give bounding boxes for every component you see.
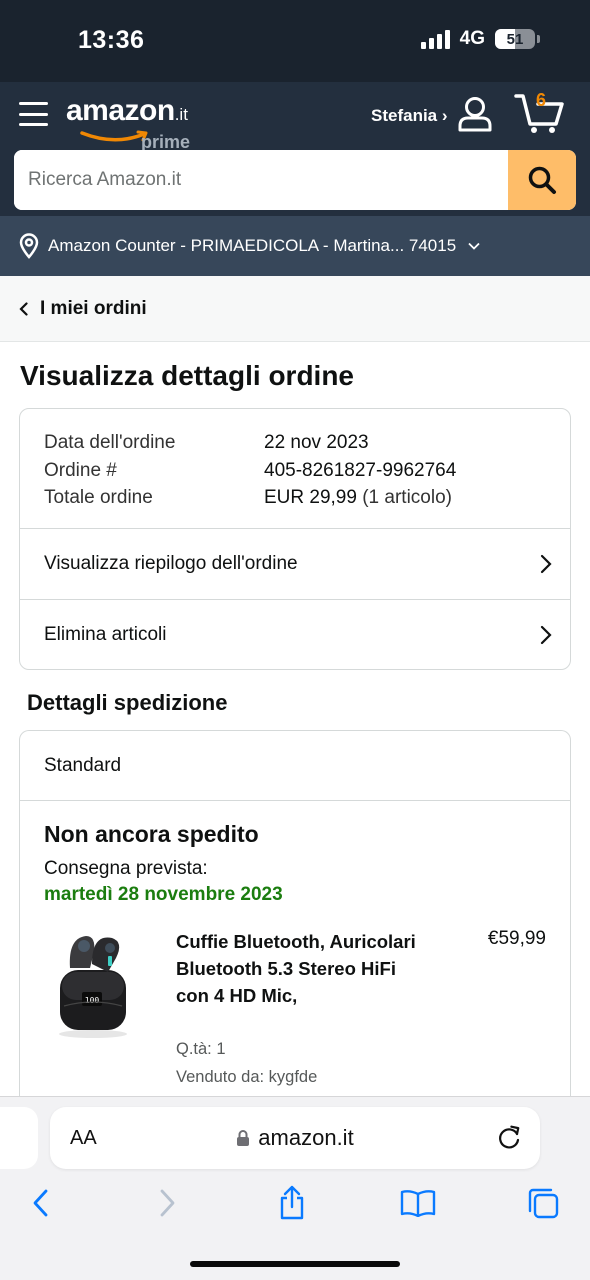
url-display[interactable]: amazon.it	[50, 1125, 540, 1151]
user-icon[interactable]	[456, 96, 494, 132]
status-indicators: 4G 51	[420, 28, 540, 50]
search-bar	[14, 150, 576, 210]
logo-text: amazon	[66, 94, 175, 127]
chevron-down-icon	[468, 242, 480, 250]
shipping-section-title: Dettagli spedizione	[27, 690, 228, 715]
delete-items-link[interactable]: Elimina articoli	[20, 599, 570, 669]
battery-tip	[537, 35, 540, 43]
amazon-header: amazon.it prime Stefania › 6	[0, 82, 590, 216]
product-price: €59,99	[487, 928, 546, 949]
reload-icon[interactable]	[496, 1125, 522, 1151]
address-bar[interactable]: AA amazon.it	[50, 1107, 540, 1169]
order-info: Data dell'ordine 22 nov 2023 Ordine # 40…	[20, 409, 570, 529]
status-bar: 13:36 4G 51	[0, 0, 590, 82]
lock-icon	[237, 1130, 250, 1146]
product-title[interactable]: Cuffie Bluetooth, Auricolari Bluetooth 5…	[176, 928, 426, 1009]
share-icon	[280, 1185, 304, 1220]
order-item-count: (1 articolo)	[362, 487, 452, 508]
order-total-label: Totale ordine	[44, 487, 153, 508]
order-date-label: Data dell'ordine	[44, 432, 176, 453]
delivery-location-text: Amazon Counter - PRIMAEDICOLA - Martina.…	[48, 236, 457, 255]
location-pin-icon	[19, 233, 39, 259]
delivery-location-bar[interactable]: Amazon Counter - PRIMAEDICOLA - Martina.…	[0, 216, 590, 276]
shipment-details: Non ancora spedito Consegna prevista: ma…	[20, 801, 570, 1118]
amazon-logo[interactable]: amazon.it prime	[66, 94, 190, 152]
breadcrumb-my-orders[interactable]: I miei ordini	[40, 298, 147, 320]
browser-toolbar	[0, 1183, 590, 1227]
account-link[interactable]: Stefania ›	[371, 106, 448, 126]
back-button[interactable]	[20, 1183, 60, 1223]
bookmarks-button[interactable]	[398, 1183, 438, 1223]
network-type: 4G	[459, 28, 485, 49]
logo-tld: .it	[174, 105, 188, 124]
product-screen-text: 100	[85, 996, 100, 1005]
shipment-status: Non ancora spedito	[44, 821, 259, 847]
tabs-icon	[528, 1188, 559, 1219]
chevron-left-icon	[19, 301, 28, 316]
product-image-earbuds[interactable]: 100	[50, 928, 136, 1040]
shipping-method: Standard	[20, 731, 570, 801]
search-button[interactable]	[508, 150, 576, 210]
tabs-button[interactable]	[523, 1183, 563, 1223]
forward-button[interactable]	[148, 1183, 188, 1223]
book-icon	[400, 1190, 436, 1217]
battery-level: 51	[506, 30, 524, 48]
previous-tab-preview[interactable]	[0, 1107, 38, 1169]
menu-icon[interactable]	[19, 102, 48, 126]
order-total-value: EUR 29,99 (1 articolo)	[264, 484, 452, 512]
order-date-row: Data dell'ordine 22 nov 2023	[44, 429, 546, 457]
order-number-value: 405-8261827-9962764	[264, 459, 457, 481]
cart-count: 6	[536, 90, 547, 110]
order-summary-card: Data dell'ordine 22 nov 2023 Ordine # 40…	[19, 408, 571, 670]
order-number-label: Ordine #	[44, 459, 117, 481]
view-order-summary-label: Visualizza riepilogo dell'ordine	[44, 553, 298, 574]
cart-button[interactable]: 6	[514, 90, 566, 134]
amazon-smile-icon	[80, 130, 148, 142]
cellular-signal-icon	[420, 29, 450, 49]
url-text: amazon.it	[258, 1125, 354, 1150]
search-icon	[528, 166, 556, 194]
home-indicator	[190, 1261, 400, 1267]
browser-bottom-bar: AA amazon.it	[0, 1096, 590, 1280]
delete-items-label: Elimina articoli	[44, 623, 167, 645]
status-time: 13:36	[78, 26, 145, 54]
view-order-summary-link[interactable]: Visualizza riepilogo dell'ordine	[20, 529, 570, 599]
shipping-card: Standard Non ancora spedito Consegna pre…	[19, 730, 571, 1130]
chevron-right-icon	[540, 554, 552, 574]
chevron-right-icon	[160, 1189, 175, 1217]
chevron-left-icon	[33, 1189, 48, 1217]
share-button[interactable]	[272, 1183, 312, 1223]
chevron-right-icon	[540, 625, 552, 644]
order-total-row: Totale ordine EUR 29,99 (1 articolo)	[44, 484, 546, 512]
product-seller: Venduto da: kygfde	[176, 1068, 318, 1086]
product-quantity: Q.tà: 1	[176, 1040, 226, 1058]
battery-icon: 51	[495, 29, 535, 49]
order-total-amount: EUR 29,99	[264, 487, 357, 508]
product-item: 100 Cuffie Bluetooth, Auricolari Bluetoo…	[44, 928, 546, 1098]
order-date-value: 22 nov 2023	[264, 432, 369, 453]
delivery-estimate-label: Consegna prevista:	[44, 858, 208, 879]
order-number-row: Ordine # 405-8261827-9962764	[44, 457, 546, 485]
breadcrumb[interactable]: I miei ordini	[0, 276, 590, 342]
delivery-estimate-date: martedì 28 novembre 2023	[44, 884, 283, 905]
page-title: Visualizza dettagli ordine	[20, 360, 355, 391]
search-input[interactable]	[14, 150, 508, 210]
